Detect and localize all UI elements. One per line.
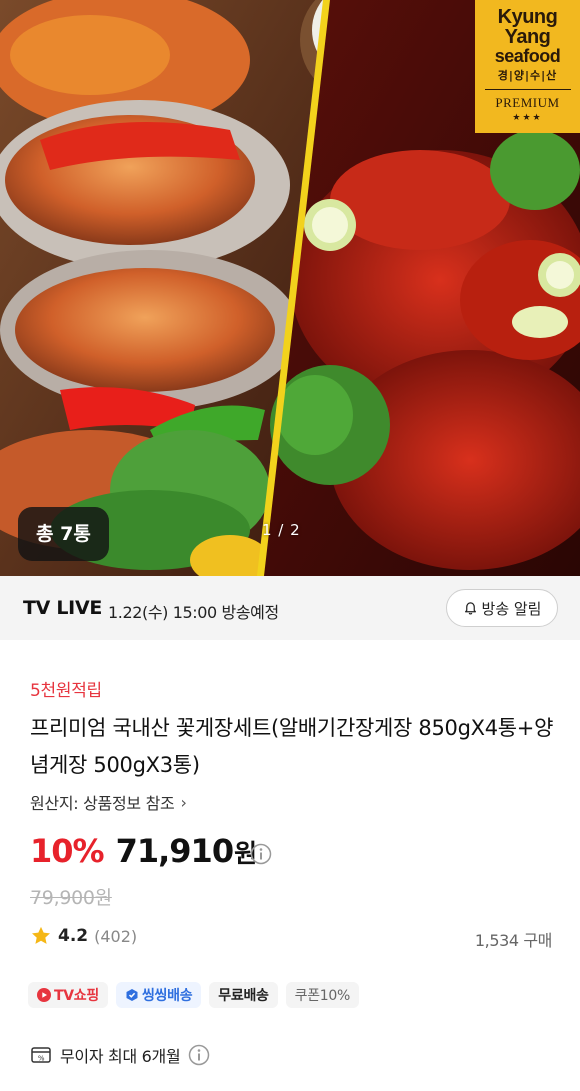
installment-label: 무이자 최대 6개월: [60, 1047, 181, 1066]
broadcast-schedule: 1.22(수) 15:00 방송예정: [108, 603, 279, 622]
reward-points-label: 5천원적립: [30, 681, 102, 701]
logo-korean: 경|양|수|산: [497, 69, 558, 82]
purchase-count: 1,534 구매: [474, 931, 553, 950]
set-count-badge: 총 7통: [18, 507, 109, 561]
tag-free-shipping: 무료배송: [209, 982, 278, 1008]
carousel-pager: 1 / 2: [262, 521, 301, 539]
price-row: 10% 71,910 원: [30, 832, 257, 874]
tag-tv-shopping-label: TV쇼핑: [54, 988, 99, 1004]
info-icon[interactable]: [188, 1044, 210, 1066]
bell-icon: [464, 601, 476, 615]
logo-divider: [484, 89, 571, 90]
logo-premium: PREMIUM: [495, 95, 560, 110]
logo-line-3: seafood: [494, 46, 561, 66]
original-price: 79,900원: [30, 887, 112, 909]
review-count: (402): [94, 926, 138, 946]
tag-tv-shopping: TV쇼핑: [28, 982, 108, 1008]
brand-logo: Kyung Yang seafood 경|양|수|산 PREMIUM ★★★: [475, 0, 580, 133]
tag-coupon-label: 쿠폰10%: [294, 988, 351, 1004]
broadcast-alarm-button[interactable]: 방송 알림: [446, 589, 558, 627]
star-icon: [32, 926, 50, 944]
svg-text:%: %: [38, 1055, 45, 1063]
discount-rate: 10%: [30, 832, 105, 870]
logo-line-1: Kyung: [497, 6, 558, 28]
product-image-carousel[interactable]: Kyung Yang seafood 경|양|수|산 PREMIUM ★★★ 총…: [0, 0, 580, 576]
rating-summary[interactable]: 4.2 (402): [30, 925, 137, 947]
delivery-icon: [126, 989, 138, 1001]
benefit-tags: TV쇼핑 씽씽배송 무료배송 쿠폰10%: [28, 982, 359, 1008]
origin-link[interactable]: 원산지: 상품정보 참조 ›: [30, 790, 187, 814]
price-info-icon[interactable]: [250, 843, 272, 865]
logo-stars: ★★★: [512, 113, 543, 123]
tag-coupon: 쿠폰10%: [285, 982, 359, 1008]
rating-score: 4.2: [58, 926, 89, 946]
installment-info[interactable]: % 무이자 최대 6개월: [30, 1043, 210, 1067]
tv-live-label: TV LIVE: [23, 597, 103, 619]
tag-fast-delivery: 씽씽배송: [115, 982, 202, 1008]
origin-label: 원산지: 상품정보 참조: [30, 794, 175, 813]
product-title: 프리미엄 국내산 꽃게장세트(알배기간장게장 850gX4통+양념게장 500g…: [30, 716, 554, 777]
card-percent-icon: %: [31, 1047, 51, 1063]
play-icon: [37, 988, 51, 1002]
tag-fast-delivery-label: 씽씽배송: [141, 988, 193, 1004]
tag-free-shipping-label: 무료배송: [218, 988, 269, 1004]
chevron-right-icon: ›: [180, 792, 187, 812]
sale-price: 71,910: [115, 832, 234, 870]
logo-line-2: Yang: [504, 26, 551, 48]
broadcast-alarm-label: 방송 알림: [481, 599, 542, 618]
